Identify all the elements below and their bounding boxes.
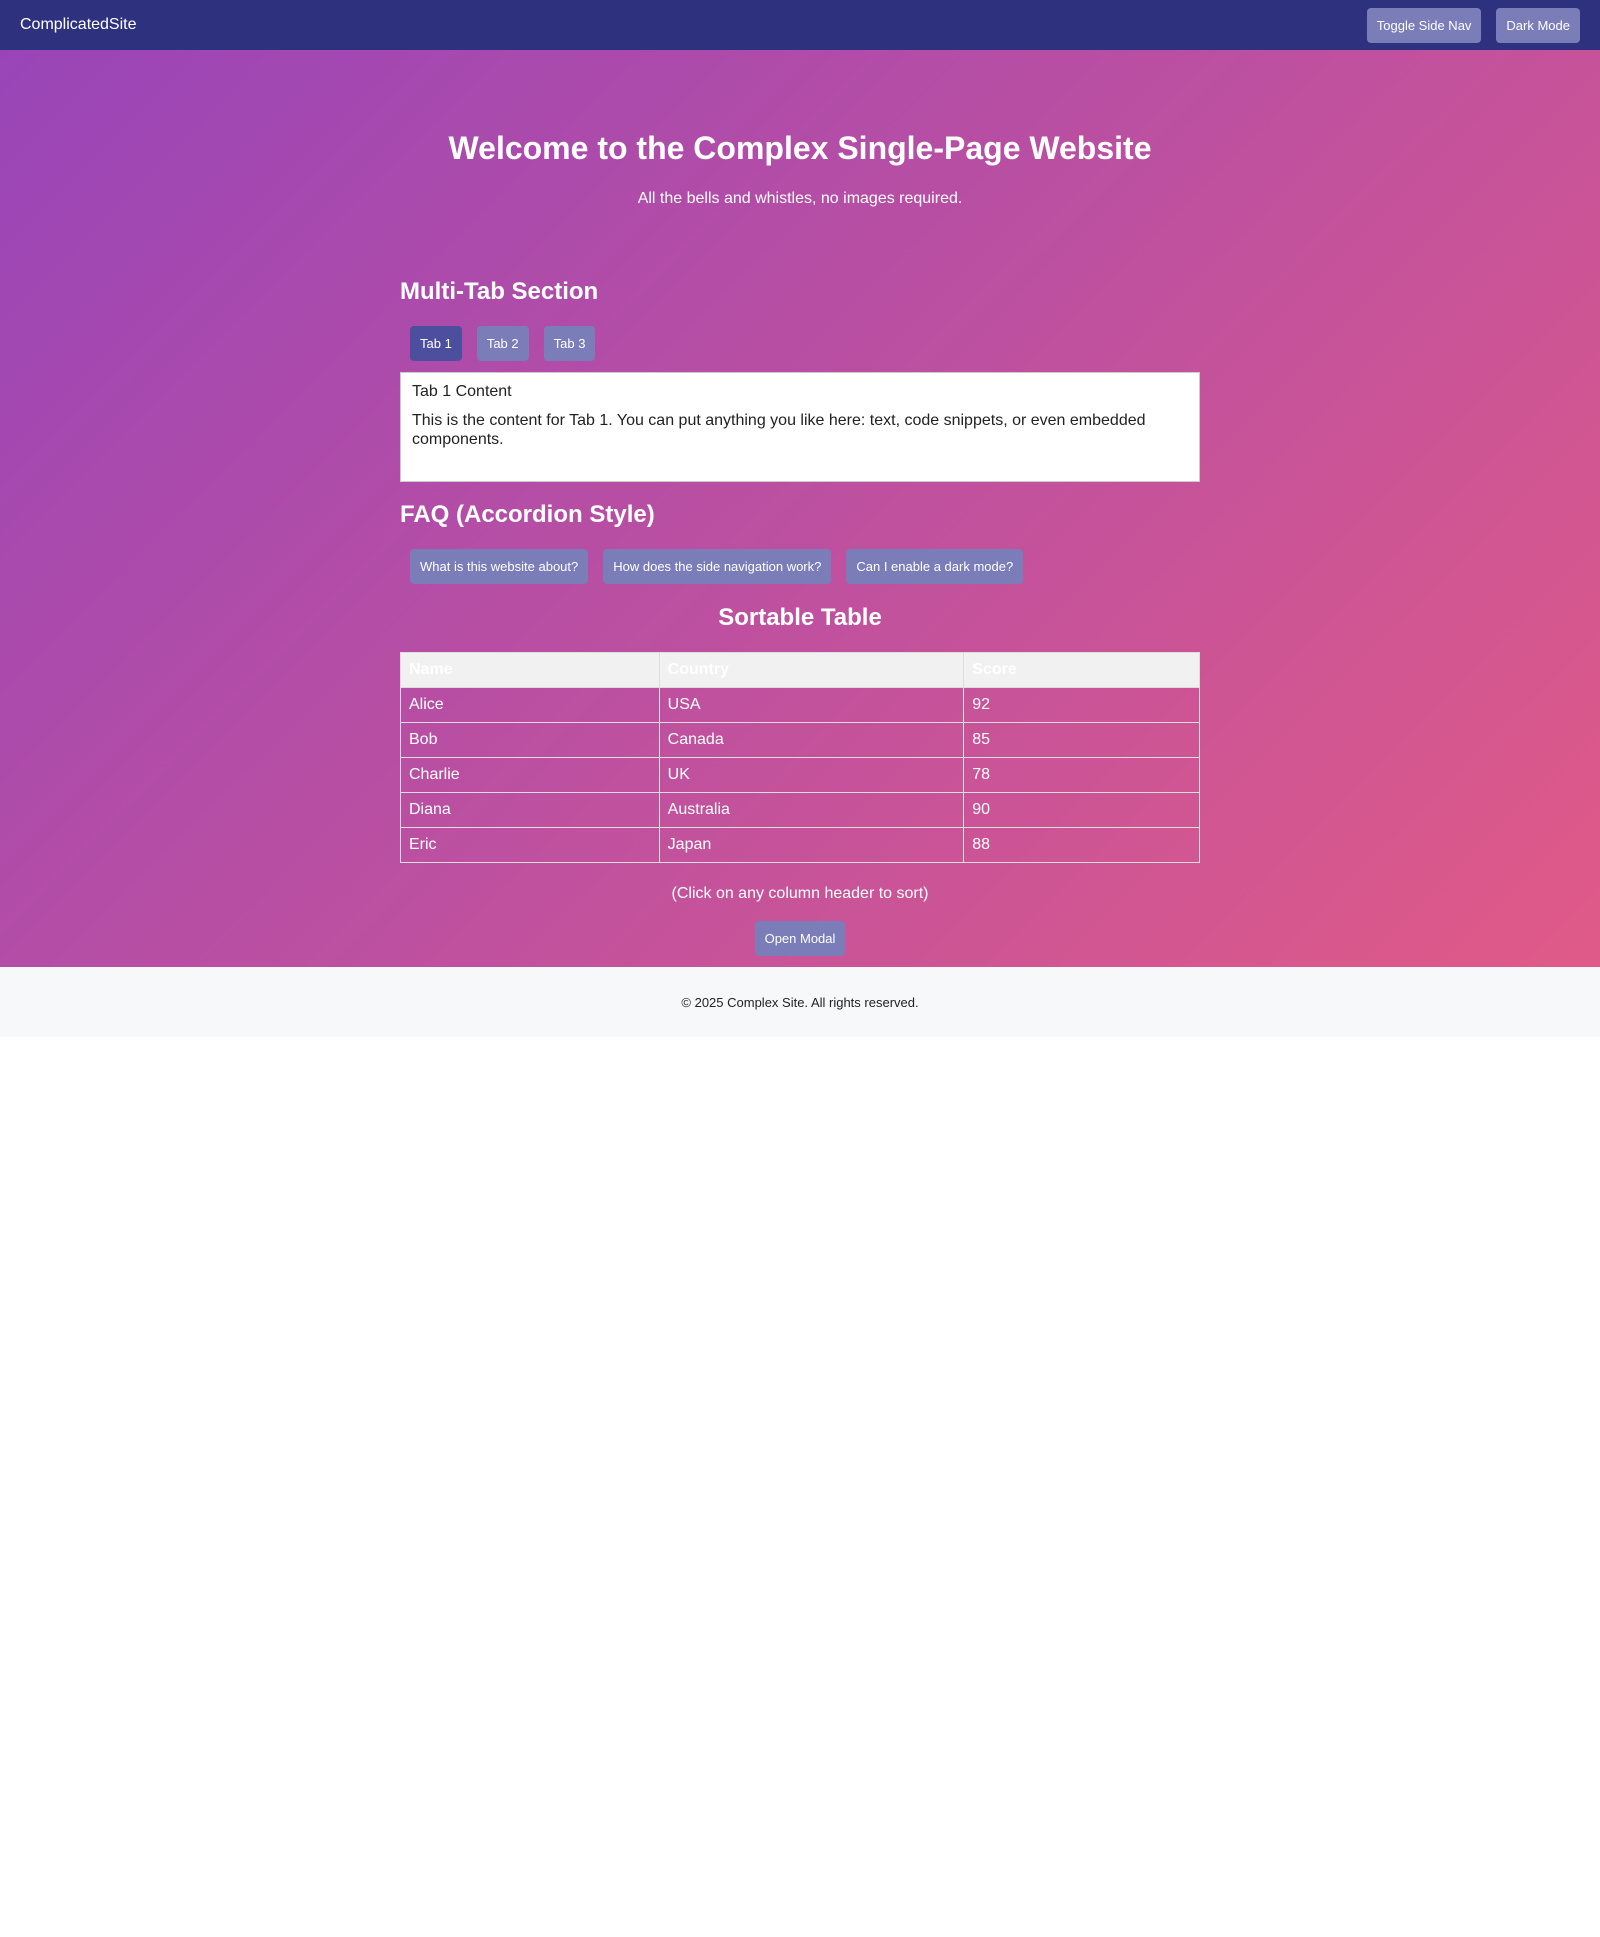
tab-panel: Tab 1 Content This is the content for Ta… xyxy=(400,372,1200,482)
tab-panel-text: This is the content for Tab 1. You can p… xyxy=(412,412,1146,448)
table-cell: 85 xyxy=(963,722,1200,758)
sortable-table: Name Country Score Alice USA 92 Bob Cana… xyxy=(400,652,1200,863)
column-header-score[interactable]: Score xyxy=(963,652,1200,688)
hero-section: Welcome to the Complex Single-Page Websi… xyxy=(0,50,1600,967)
table-cell: Japan xyxy=(658,827,965,863)
page-footer: © 2025 Complex Site. All rights reserved… xyxy=(0,967,1600,1037)
tab-bar: Tab 1 Tab 2 Tab 3 xyxy=(410,326,596,361)
table-header-row: Name Country Score xyxy=(400,652,1200,688)
table-row: Bob Canada 85 xyxy=(400,722,1200,758)
table-title: Sortable Table xyxy=(718,604,882,631)
table-cell: UK xyxy=(658,757,965,793)
tab-panel-title: Tab 1 Content xyxy=(412,383,512,400)
table-cell: Charlie xyxy=(400,757,660,793)
navbar-actions: Toggle Side Nav Dark Mode xyxy=(1366,7,1580,43)
tabs-section-title: Multi-Tab Section xyxy=(400,278,599,305)
open-modal-button[interactable]: Open Modal xyxy=(754,921,846,956)
faq-item-dark-mode[interactable]: Can I enable a dark mode? xyxy=(846,549,1024,584)
table-row: Alice USA 92 xyxy=(400,687,1200,723)
table-row: Diana Australia 90 xyxy=(400,792,1200,828)
tab-2[interactable]: Tab 2 xyxy=(476,326,529,361)
column-header-name[interactable]: Name xyxy=(400,652,660,688)
table-cell: USA xyxy=(658,687,965,723)
table-cell: Australia xyxy=(658,792,965,828)
footer-text: © 2025 Complex Site. All rights reserved… xyxy=(681,994,919,1010)
site-brand[interactable]: ComplicatedSite xyxy=(20,16,137,34)
table-cell: Alice xyxy=(400,687,660,723)
page-subtitle: All the bells and whistles, no images re… xyxy=(637,190,963,207)
table-cell: 78 xyxy=(963,757,1200,793)
tab-1[interactable]: Tab 1 xyxy=(410,326,462,361)
modal-trigger-wrap: Open Modal xyxy=(400,921,1200,956)
dark-mode-button[interactable]: Dark Mode xyxy=(1496,7,1580,43)
sort-hint: (Click on any column header to sort) xyxy=(671,885,929,902)
faq-item-side-nav[interactable]: How does the side navigation work? xyxy=(603,549,832,584)
top-navbar: ComplicatedSite Toggle Side Nav Dark Mod… xyxy=(0,0,1600,50)
toggle-side-nav-button[interactable]: Toggle Side Nav xyxy=(1366,7,1482,43)
table-cell: 90 xyxy=(963,792,1200,828)
table-cell: 88 xyxy=(963,827,1200,863)
faq-title: FAQ (Accordion Style) xyxy=(400,501,655,528)
table-cell: Eric xyxy=(400,827,660,863)
table-row: Eric Japan 88 xyxy=(400,827,1200,863)
faq-accordion: What is this website about? How does the… xyxy=(410,549,1024,584)
page-title: Welcome to the Complex Single-Page Websi… xyxy=(448,130,1152,166)
tab-3[interactable]: Tab 3 xyxy=(543,326,596,361)
column-header-country[interactable]: Country xyxy=(658,652,965,688)
table-cell: Bob xyxy=(400,722,660,758)
table-cell: Diana xyxy=(400,792,660,828)
table-cell: Canada xyxy=(658,722,965,758)
faq-item-about[interactable]: What is this website about? xyxy=(410,549,589,584)
table-cell: 92 xyxy=(963,687,1200,723)
table-row: Charlie UK 78 xyxy=(400,757,1200,793)
